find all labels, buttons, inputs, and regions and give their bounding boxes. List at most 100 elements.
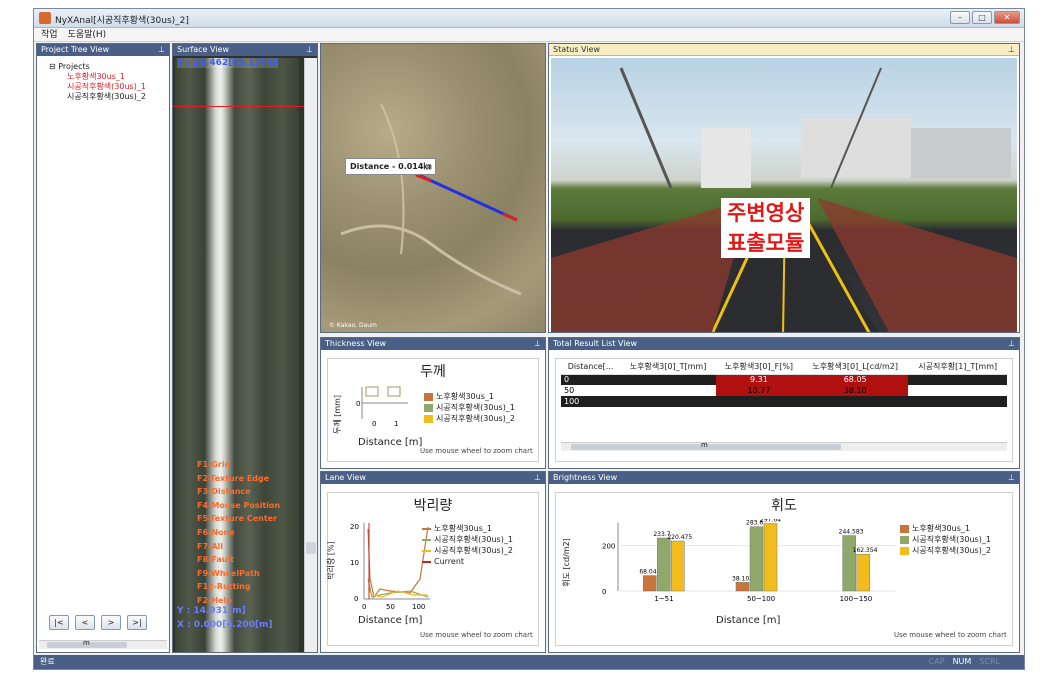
legend-swatch: [422, 549, 431, 552]
shortcut-item: F2-Texture Edge: [197, 473, 270, 483]
y-axis-label: 박리량 [%]: [326, 541, 336, 580]
app-icon: [39, 12, 51, 24]
thickness-panel: Thickness View ⊥ 두께 두께 [mm] 0 0 1 Distanc…: [320, 337, 546, 469]
prev-button[interactable]: <: [75, 615, 95, 630]
next-button[interactable]: >: [101, 615, 121, 630]
panel-title: Status View: [553, 45, 601, 54]
legend-swatch: [424, 403, 433, 412]
close-button[interactable]: ✕: [994, 11, 1020, 24]
project-tree-panel: Project Tree View ⊥ ⊟ Projects 노후황색30us_1…: [36, 43, 170, 653]
tree-root[interactable]: ⊟ Projects: [49, 62, 169, 72]
pin-icon[interactable]: ⊥: [306, 44, 313, 56]
surface-top-readout: Y : 20.462[05.17[%]: [177, 58, 278, 68]
current-position-line: [173, 106, 305, 107]
zoom-hint: Use mouse wheel to zoom chart: [420, 631, 533, 639]
pin-icon[interactable]: ⊥: [1008, 338, 1015, 350]
table-row[interactable]: 50 10.77 38.10: [561, 385, 1007, 396]
menu-help[interactable]: 도움말(H): [68, 28, 107, 41]
legend-swatch: [422, 527, 431, 530]
column-header[interactable]: 노후황색3[0]_F[%]: [715, 360, 802, 375]
x-tick: 0: [372, 420, 376, 427]
column-header[interactable]: 노후황색3[0]_T[mm]: [620, 360, 716, 375]
tree-item[interactable]: 노후황색30us_1: [67, 72, 169, 82]
pin-icon[interactable]: ⊥: [1008, 472, 1015, 484]
maximize-button[interactable]: □: [972, 11, 992, 24]
menu-work[interactable]: 작업: [41, 28, 58, 41]
bar: [749, 526, 764, 592]
bar: [856, 553, 870, 592]
brightness-plot: 020068.0487233.7220.4751~5138.1037283.62…: [602, 519, 896, 603]
tree-item[interactable]: 시공직후황색(30us)_2: [67, 92, 169, 102]
data-label: 162.354: [853, 547, 878, 554]
shortcut-item: F9-WheelPath: [197, 568, 260, 578]
legend-swatch: [424, 414, 433, 423]
table-row[interactable]: 100: [561, 396, 1007, 407]
x-tick: 1~51: [654, 595, 673, 603]
shortcut-item: F12-Rutting: [197, 582, 251, 592]
shortcut-item: F6-None: [197, 527, 235, 537]
map-overlay: [340, 103, 522, 296]
lane-chart[interactable]: 박리량 박리량 [%] 20 10 0 0 50 100 Distance [m…: [327, 492, 539, 646]
x-tick: 100: [412, 603, 425, 611]
bar: [842, 535, 856, 592]
column-header[interactable]: 노후황색3[0]_L[cd/m2]: [801, 360, 909, 375]
pin-icon[interactable]: ⊥: [534, 338, 541, 350]
surface-x-readout: X : 0.000[4.200[m]: [177, 620, 273, 630]
bar: [735, 582, 750, 592]
y-tick: 0: [356, 400, 360, 408]
zoom-hint: Use mouse wheel to zoom chart: [894, 631, 1007, 639]
panel-title: Total Result List View: [553, 339, 637, 348]
y-tick: 20: [350, 523, 359, 531]
surface-vscroll[interactable]: [304, 58, 317, 652]
column-header[interactable]: Distance[...: [561, 360, 621, 375]
x-tick: 50: [386, 603, 395, 611]
pin-icon[interactable]: ⊥: [534, 472, 541, 484]
data-label: 297.64: [760, 519, 781, 524]
zoom-hint: Use mouse wheel to zoom chart: [420, 447, 533, 455]
result-table[interactable]: Distance[... 노후황색3[0]_T[mm] 노후황색3[0]_F[%…: [561, 360, 1007, 407]
surface-y-readout: Y : 14.931[m]: [177, 606, 246, 616]
x-tick: 1: [394, 420, 398, 427]
legend-swatch: [424, 392, 433, 401]
menu-bar: 작업 도움말(H): [34, 28, 1024, 42]
tree-hscroll[interactable]: m: [39, 639, 167, 649]
legend-swatch: [900, 524, 909, 533]
x-tick: 50~100: [747, 595, 775, 603]
shortcut-item: F3-Distance: [197, 487, 251, 497]
panel-title: Lane View: [325, 473, 366, 482]
chart-title: 휘도: [771, 498, 797, 514]
scroll-indicator: SCRL: [979, 657, 1000, 666]
minimize-button[interactable]: –: [950, 11, 970, 24]
legend-swatch: [422, 560, 431, 563]
bar: [763, 523, 778, 592]
column-header[interactable]: 시공직후황[1]_T[mm]: [908, 360, 1007, 375]
panel-title: Thickness View: [325, 339, 387, 348]
chart-title: 박리량: [413, 498, 453, 514]
y-tick: 0: [602, 588, 606, 596]
shortcut-item: F4-Mouse Position: [197, 500, 281, 510]
table-row[interactable]: 0 9.31 68.05: [561, 374, 1007, 385]
status-bar: 완료 CAP NUM SCRL: [34, 655, 1024, 669]
x-axis-label: Distance [m]: [358, 615, 423, 626]
x-axis-label: Distance [m]: [716, 615, 781, 626]
pin-icon[interactable]: ⊥: [1008, 44, 1015, 56]
y-tick: 0: [354, 595, 358, 603]
map-credit: © Kakao, Daum: [329, 322, 377, 329]
shortcut-item: F1-Grid: [197, 460, 231, 469]
pin-icon[interactable]: ⊥: [158, 44, 165, 56]
panel-title: Brightness View: [553, 473, 618, 482]
thickness-legend: 노후황색30us_1 시공직후황색(30us)_1 시공직후황색(30us)_2: [424, 391, 515, 424]
y-axis-label: 휘도 [cd/m2]: [561, 538, 571, 587]
first-button[interactable]: |<: [49, 615, 69, 630]
x-axis-label: Distance [m]: [358, 437, 423, 448]
bar: [643, 575, 657, 592]
brightness-chart[interactable]: 휘도 휘도 [cd/m2] 0 200 68.0487 233.7 220.475 1~5…: [555, 492, 1013, 646]
last-button[interactable]: >|: [127, 615, 147, 630]
thickness-chart[interactable]: 두께 두께 [mm] 0 0 1 Distance [m] 노후황색30us_1…: [327, 358, 539, 462]
lane-legend: 노후황색30us_1 시공직후황색(30us)_1 시공직후황색(30us)_2…: [422, 523, 513, 567]
shortcut-item: F8-Fault: [197, 555, 235, 565]
table-hscroll[interactable]: m: [561, 441, 1007, 451]
lane-panel: Lane View ⊥ 박리량 박리량 [%] 20 10 0 0 50 100 …: [320, 471, 546, 653]
tree-item[interactable]: 시공직후황색(30us)_1: [67, 82, 169, 92]
bar: [657, 537, 671, 592]
